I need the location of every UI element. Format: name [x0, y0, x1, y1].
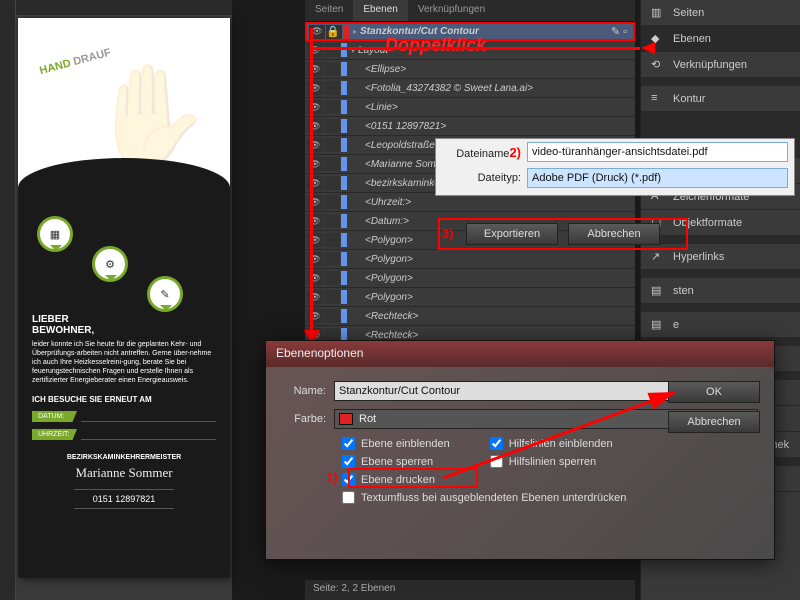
export-buttons-highlight: Exportieren Abbrechen [438, 218, 688, 250]
canvas-area: HAND DRAUF ▦ ⚙ ✎ LIEBER BEWOHNER, leider… [0, 0, 232, 600]
layer-item[interactable]: 👁<Polygon> [305, 269, 635, 288]
annotation-step-3: 3) [442, 226, 454, 241]
phone: 0151 12897821 [74, 489, 174, 509]
export-button[interactable]: Exportieren [466, 223, 558, 245]
pages-icon: ▥ [651, 6, 665, 20]
panel-kontur[interactable]: ≡Kontur [641, 86, 800, 112]
annotation-doppelklick: Doppelklick [385, 35, 486, 56]
checkbox-suppress-textwrap[interactable]: Textumfluss bei ausgeblendeten Ebenen un… [342, 491, 758, 504]
document-preview[interactable]: HAND DRAUF ▦ ⚙ ✎ LIEBER BEWOHNER, leider… [18, 18, 230, 578]
status-bar: Seite: 2, 2 Ebenen [305, 580, 635, 600]
annotation-step-1: 1) [326, 470, 338, 485]
export-dialog-fragment: Dateiname2) Dateityp: [435, 138, 795, 196]
link-icon: ⚙ [92, 246, 128, 282]
tab-ebenen[interactable]: Ebenen [353, 0, 407, 21]
layer-item[interactable]: 👁<0151 12897821> [305, 117, 635, 136]
checkbox-lock-guides[interactable]: Hilfslinien sperren [490, 455, 613, 468]
layer-item[interactable]: 👁<Rechteck> [305, 307, 635, 326]
annotation-highlight-print [348, 468, 478, 488]
ruler-horizontal [0, 0, 232, 16]
tab-seiten[interactable]: Seiten [305, 0, 353, 21]
links-icon: ⟲ [651, 58, 665, 72]
layer-item[interactable]: 👁<Ellipse> [305, 60, 635, 79]
panel-ebenen[interactable]: ◆Ebenen [641, 26, 800, 52]
panel-seiten[interactable]: ▥Seiten [641, 0, 800, 26]
filetype-select[interactable] [527, 168, 788, 188]
checkbox-show-layer[interactable]: Ebene einblenden [342, 437, 450, 450]
annotation-arrow [635, 42, 655, 54]
hyperlink-icon: ↗ [651, 250, 665, 264]
lock-icon[interactable]: 🔒 [326, 25, 342, 39]
color-swatch-icon [339, 413, 353, 425]
time-label: UHRZEIT: [32, 429, 77, 440]
pen-icon: ✎ ▫ [611, 25, 627, 38]
title-line: BEZIRKSKAMINKEHRERMEISTER [32, 454, 216, 461]
checkbox-lock-layer[interactable]: Ebene sperren [342, 455, 450, 468]
annotation-step-2: 2) [509, 145, 521, 160]
annotation-line [310, 47, 640, 50]
cancel-button[interactable]: Abbrechen [568, 223, 660, 245]
panel-item[interactable]: ▤e [641, 312, 800, 338]
icon-bubbles: ▦ ⚙ ✎ [32, 216, 216, 306]
panel-verknuepfungen[interactable]: ⟲Verknüpfungen [641, 52, 800, 78]
body-text: leider konnte ich Sie heute für die gepl… [32, 340, 216, 385]
dialog-title: Ebenenoptionen [266, 341, 774, 367]
chimney-icon: ▦ [37, 216, 73, 252]
cancel-button[interactable]: Abbrechen [668, 411, 760, 433]
stroke-icon: ≡ [651, 92, 665, 106]
revisit-heading: ICH BESUCHE SIE ERNEUT AM [32, 395, 216, 404]
annotation-line [310, 28, 313, 338]
date-label: DATUM: [32, 411, 77, 422]
filename-input[interactable] [527, 142, 788, 162]
layer-item[interactable]: 👁<Polygon> [305, 250, 635, 269]
ok-button[interactable]: OK [668, 381, 760, 403]
layer-item[interactable]: 👁<Fotolia_43274382 © Sweet Lana.ai> [305, 79, 635, 98]
checkbox-show-guides[interactable]: Hilfslinien einblenden [490, 437, 613, 450]
tab-verknuepfungen[interactable]: Verknüpfungen [408, 0, 495, 21]
layer-item[interactable]: 👁<Linie> [305, 98, 635, 117]
panel-item[interactable]: ▤sten [641, 278, 800, 304]
signature: Marianne Sommer [32, 465, 216, 481]
layer-item[interactable]: 👁<Polygon> [305, 288, 635, 307]
brush-icon: ✎ [147, 276, 183, 312]
layer-options-dialog: Ebenenoptionen Name: Farbe: Rot▼ Ebene e… [265, 340, 775, 560]
ruler-vertical [0, 0, 16, 600]
salutation: LIEBER BEWOHNER, [32, 314, 216, 336]
